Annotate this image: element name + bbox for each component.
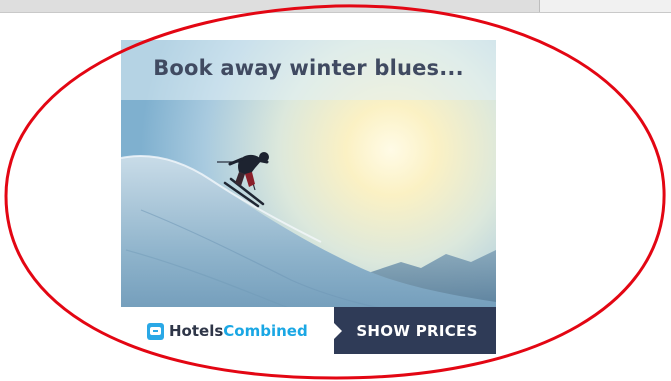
top-strip-right-panel (539, 0, 671, 12)
top-strip-left-panel (0, 0, 539, 12)
hotelscombined-logo[interactable]: HotelsCombined (147, 319, 308, 343)
hotelscombined-logo-icon (147, 322, 164, 340)
ad-footer-bar: HotelsCombined SHOW PRICES (121, 307, 496, 354)
browser-top-strip (0, 0, 671, 13)
show-prices-label: SHOW PRICES (356, 321, 478, 340)
show-prices-button[interactable]: SHOW PRICES (334, 307, 496, 354)
cta-arrow-notch (334, 323, 342, 339)
ad-headline: Book away winter blues... (153, 56, 464, 80)
hotelscombined-ad-banner[interactable]: Book away winter blues... HotelsCombined… (121, 40, 496, 354)
brand-name-part1: Hotels (169, 322, 224, 340)
brand-name: HotelsCombined (169, 322, 308, 340)
headline-banner: Book away winter blues... (121, 40, 496, 100)
brand-name-part2: Combined (223, 322, 308, 340)
